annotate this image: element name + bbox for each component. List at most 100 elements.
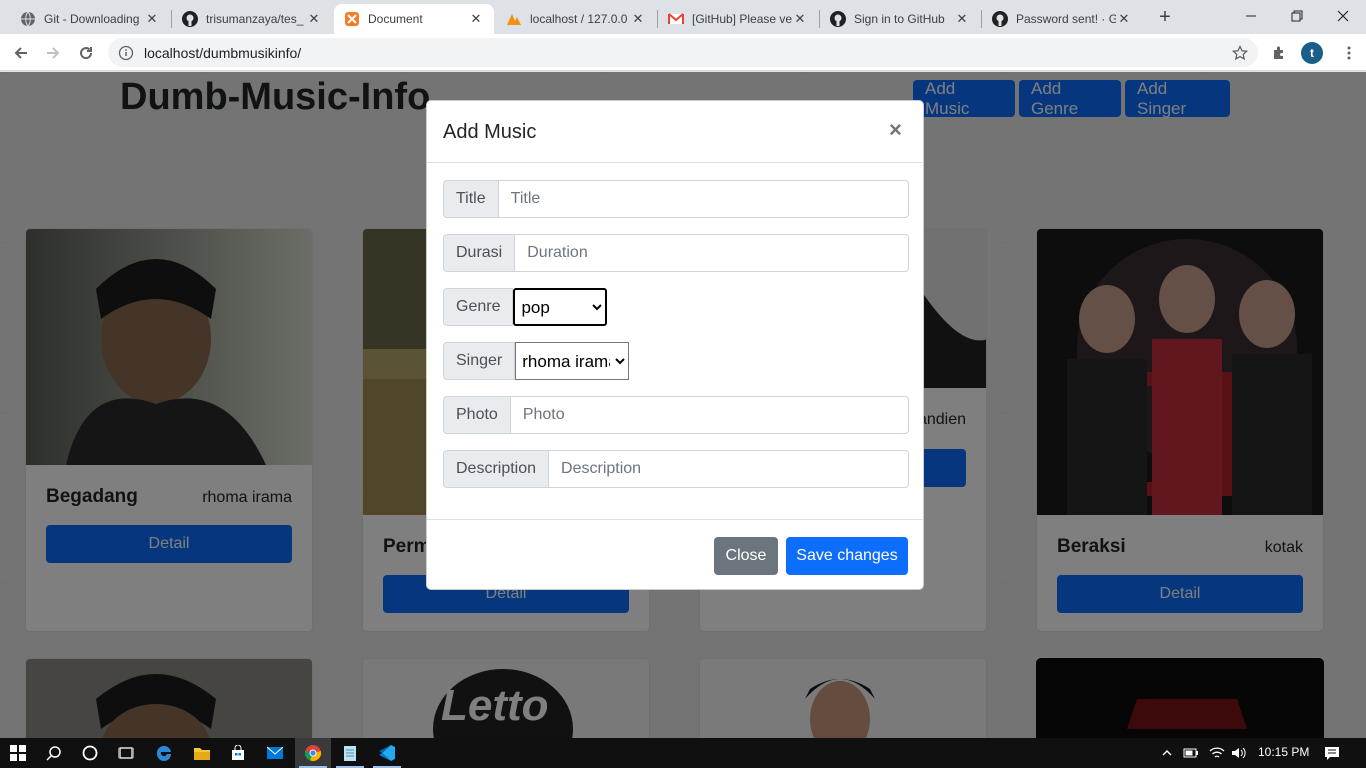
reload-icon (80, 47, 93, 60)
info-icon[interactable] (118, 45, 134, 61)
tab-label: Document (368, 12, 423, 26)
notepad-icon (344, 746, 356, 761)
phpmyadmin-icon (506, 11, 522, 27)
mail-button[interactable] (257, 738, 293, 768)
search-button[interactable] (36, 738, 72, 768)
minimize-button[interactable] (1228, 0, 1274, 32)
file-explorer-button[interactable] (184, 738, 220, 768)
description-label: Description (443, 450, 550, 488)
title-input-group: Title (443, 180, 909, 218)
kebab-menu-icon (1347, 46, 1351, 60)
tab-close-icon[interactable]: ✕ (306, 11, 322, 27)
tab-close-icon[interactable]: ✕ (792, 11, 808, 27)
notepad-taskbar-button[interactable] (332, 738, 368, 768)
title-label: Title (443, 180, 499, 218)
github-icon (830, 11, 846, 27)
photo-input-group: Photo (443, 396, 909, 434)
reload-button[interactable] (73, 40, 99, 66)
tab-close-icon[interactable]: ✕ (630, 11, 646, 27)
singer-input-group: Singer rhoma irama (443, 342, 630, 380)
new-tab-button[interactable]: + (1153, 6, 1177, 30)
browser-toolbar: localhost/dumbmusikinfo/ t (0, 34, 1366, 71)
clock[interactable]: 10:15 PM (1258, 745, 1309, 759)
back-button[interactable] (8, 40, 34, 66)
wifi-button[interactable] (1206, 738, 1228, 768)
tab-close-icon[interactable]: ✕ (1116, 11, 1132, 27)
mail-icon (266, 746, 284, 759)
task-view-icon (118, 747, 134, 759)
singer-select[interactable]: rhoma irama (515, 342, 630, 380)
tab-github-password[interactable]: Password sent! · G ✕ (982, 4, 1142, 34)
tab-label: localhost / 127.0.0 (530, 12, 628, 26)
folder-icon (194, 748, 210, 760)
restore-icon (1291, 10, 1303, 22)
chrome-taskbar-button[interactable] (295, 738, 331, 768)
star-icon (1232, 45, 1248, 61)
windows-taskbar: 10:15 PM (0, 738, 1366, 768)
tab-label: [GitHub] Please ve (692, 12, 792, 26)
genre-label: Genre (443, 288, 514, 326)
volume-button[interactable] (1228, 738, 1250, 768)
start-button[interactable] (0, 738, 36, 768)
description-input[interactable] (549, 450, 909, 488)
tab-phpmyadmin[interactable]: localhost / 127.0.0 ✕ (496, 4, 656, 34)
tab-document[interactable]: Document ✕ (334, 4, 494, 34)
extensions-button[interactable] (1266, 40, 1292, 66)
tab-git-downloading[interactable]: Git - Downloading ✕ (10, 4, 170, 34)
store-icon (232, 745, 244, 760)
photo-input[interactable] (510, 396, 909, 434)
tab-close-icon[interactable]: ✕ (144, 11, 160, 27)
xampp-icon (344, 11, 360, 27)
tab-label: Git - Downloading (44, 12, 140, 26)
tray-chevron-button[interactable] (1157, 738, 1177, 768)
tab-label: Password sent! · G (1016, 12, 1116, 26)
action-center-button[interactable] (1316, 738, 1348, 768)
puzzle-icon (1274, 46, 1283, 59)
arrow-left-icon (14, 47, 27, 59)
address-bar[interactable]: localhost/dumbmusikinfo/ (108, 38, 1258, 67)
search-icon (46, 746, 61, 761)
arrow-right-icon (47, 47, 60, 59)
duration-input-group: Durasi (443, 234, 909, 272)
globe-icon (20, 11, 36, 27)
tab-close-icon[interactable]: ✕ (468, 11, 484, 27)
tab-close-icon[interactable]: ✕ (954, 11, 970, 27)
wifi-icon (1209, 747, 1225, 758)
tab-github-repo[interactable]: trisumanzaya/tes_ ✕ (172, 4, 332, 34)
close-button[interactable]: Close (714, 537, 778, 575)
forward-button[interactable] (40, 40, 66, 66)
bookmark-button[interactable] (1227, 40, 1253, 66)
battery-button[interactable] (1180, 738, 1202, 768)
save-changes-button[interactable]: Save changes (786, 537, 908, 575)
tab-github-signin[interactable]: Sign in to GitHub ✕ (820, 4, 980, 34)
restore-button[interactable] (1274, 0, 1320, 32)
github-icon (182, 11, 198, 27)
title-input[interactable] (498, 180, 909, 218)
cortana-button[interactable] (72, 738, 108, 768)
tab-label: trisumanzaya/tes_ (206, 12, 304, 26)
add-music-modal: Add Music × Title Durasi Genre pop Singe… (426, 100, 924, 590)
close-icon (1337, 10, 1349, 22)
vscode-icon (379, 745, 395, 761)
duration-input[interactable] (515, 234, 909, 272)
edge-icon (156, 745, 171, 761)
window-close-button[interactable] (1320, 0, 1366, 32)
description-input-group: Description (443, 450, 909, 488)
modal-header: Add Music × (427, 101, 923, 163)
genre-select[interactable]: pop (513, 288, 608, 326)
vscode-taskbar-button[interactable] (369, 738, 405, 768)
github-icon (992, 11, 1008, 27)
profile-avatar[interactable]: t (1301, 42, 1323, 64)
gmail-icon (668, 11, 684, 27)
store-button[interactable] (220, 738, 256, 768)
task-view-button[interactable] (108, 738, 144, 768)
modal-close-icon[interactable]: × (889, 119, 902, 141)
menu-button[interactable] (1336, 40, 1362, 66)
notification-icon (1325, 747, 1339, 760)
minimize-icon (1246, 15, 1256, 17)
edge-taskbar-button[interactable] (146, 738, 182, 768)
genre-input-group: Genre pop (443, 288, 608, 326)
tab-gmail[interactable]: [GitHub] Please ve ✕ (658, 4, 818, 34)
cortana-icon (82, 745, 98, 761)
tab-label: Sign in to GitHub (854, 12, 945, 26)
